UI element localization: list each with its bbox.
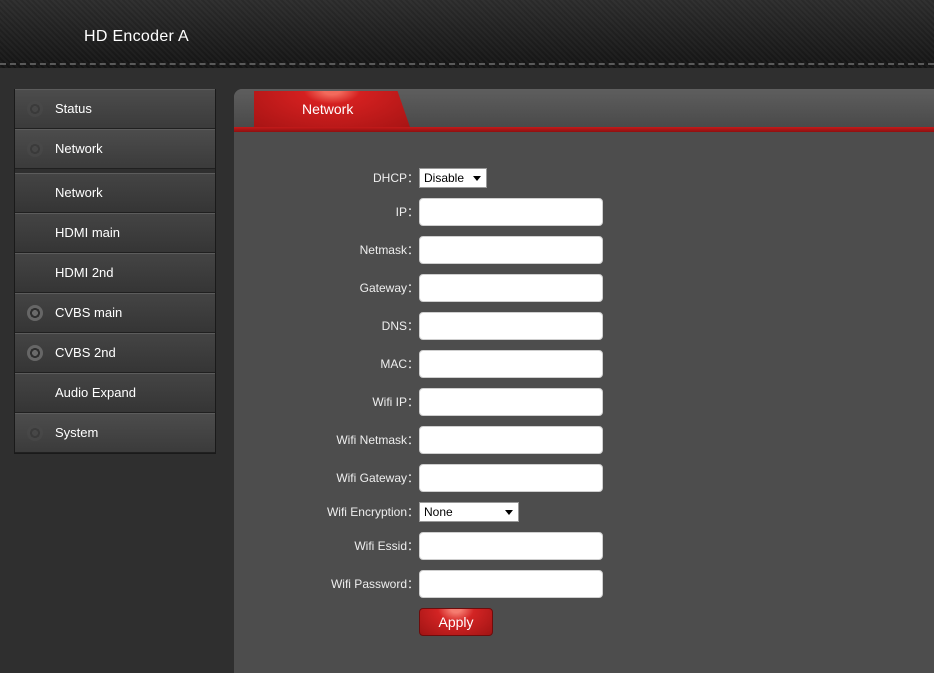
dhcp-value: Disable (424, 171, 465, 185)
netmask-row: Netmask： (234, 236, 419, 264)
dhcp-row: DHCP： (234, 168, 419, 196)
wifi-gateway-label: Wifi Gateway： (336, 471, 419, 485)
system-icon (27, 425, 43, 441)
sidebar-item-label: HDMI 2nd (55, 265, 114, 280)
sidebar-item-label: CVBS main (55, 305, 123, 320)
sidebar-item-system[interactable]: System (15, 413, 215, 453)
tab-underline (234, 127, 934, 132)
wifi-gateway-input[interactable] (419, 464, 603, 492)
wifi-essid-label: Wifi Essid： (354, 539, 419, 553)
wifi-essid-row: Wifi Essid： (234, 532, 419, 560)
status-icon (27, 101, 43, 117)
tab-network[interactable]: Network (254, 91, 410, 127)
mac-label: MAC： (380, 357, 419, 371)
ip-row: IP： (234, 198, 419, 226)
wifi-netmask-input[interactable] (419, 426, 603, 454)
wifi-gateway-row: Wifi Gateway： (234, 464, 419, 492)
wifi-password-input[interactable] (419, 570, 603, 598)
gateway-row: Gateway： (234, 274, 419, 302)
wifi-password-label: Wifi Password： (330, 577, 419, 591)
chevron-down-icon (505, 510, 513, 515)
gateway-label: Gateway： (359, 281, 419, 295)
wifi-ip-row: Wifi IP： (234, 388, 419, 416)
header-bar: HD Encoder A (0, 0, 934, 68)
dhcp-label: DHCP： (372, 171, 419, 185)
mac-input[interactable] (419, 350, 603, 378)
sidebar-subitem-hdmi-2nd[interactable]: HDMI 2nd (15, 253, 215, 293)
ip-label: IP： (395, 205, 419, 219)
network-panel: Network DHCP： Disable IP： Netmask： Gatew… (234, 89, 934, 673)
sidebar-item-status[interactable]: Status (15, 89, 215, 129)
netmask-label: Netmask： (359, 243, 419, 257)
wifi-password-row: Wifi Password： (234, 570, 419, 598)
network-icon (27, 141, 43, 157)
dhcp-select[interactable]: Disable (419, 168, 487, 188)
wifi-ip-label: Wifi IP： (372, 395, 419, 409)
sidebar-item-label: Network (55, 185, 103, 200)
wifi-essid-input[interactable] (419, 532, 603, 560)
wifi-encryption-label: Wifi Encryption： (326, 505, 419, 519)
wifi-encryption-value: None (424, 505, 453, 519)
cvbs-icon (27, 345, 43, 361)
tab-bar: Network (234, 89, 934, 132)
sidebar-item-label: Status (55, 101, 92, 116)
sidebar-subitem-network[interactable]: Network (15, 173, 215, 213)
gateway-input[interactable] (419, 274, 603, 302)
sidebar-item-label: HDMI main (55, 225, 121, 240)
netmask-input[interactable] (419, 236, 603, 264)
sidebar-item-label: Audio Expand (55, 385, 136, 400)
wifi-netmask-label: Wifi Netmask： (336, 433, 419, 447)
apply-button[interactable]: Apply (419, 608, 493, 636)
mac-row: MAC： (234, 350, 419, 378)
ip-input[interactable] (419, 198, 603, 226)
sidebar: Status Network Network HDMI main HDMI 2n… (14, 89, 216, 454)
sidebar-item-label: CVBS 2nd (55, 345, 116, 360)
wifi-netmask-row: Wifi Netmask： (234, 426, 419, 454)
dns-input[interactable] (419, 312, 603, 340)
app-title: HD Encoder A (84, 28, 189, 45)
dns-label: DNS： (381, 319, 419, 333)
sidebar-subitem-cvbs-2nd[interactable]: CVBS 2nd (15, 333, 215, 373)
cvbs-icon (27, 305, 43, 321)
chevron-down-icon (473, 176, 481, 181)
wifi-encryption-select[interactable]: None (419, 502, 519, 522)
sidebar-subitem-hdmi-main[interactable]: HDMI main (15, 213, 215, 253)
sidebar-item-network[interactable]: Network (15, 129, 215, 169)
header-divider (0, 63, 934, 65)
sidebar-item-label: System (55, 425, 99, 440)
sidebar-item-label: Network (55, 141, 103, 156)
wifi-ip-input[interactable] (419, 388, 603, 416)
dns-row: DNS： (234, 312, 419, 340)
sidebar-subitem-audio-expand[interactable]: Audio Expand (15, 373, 215, 413)
sidebar-subitem-cvbs-main[interactable]: CVBS main (15, 293, 215, 333)
wifi-encryption-row: Wifi Encryption： (234, 502, 419, 530)
